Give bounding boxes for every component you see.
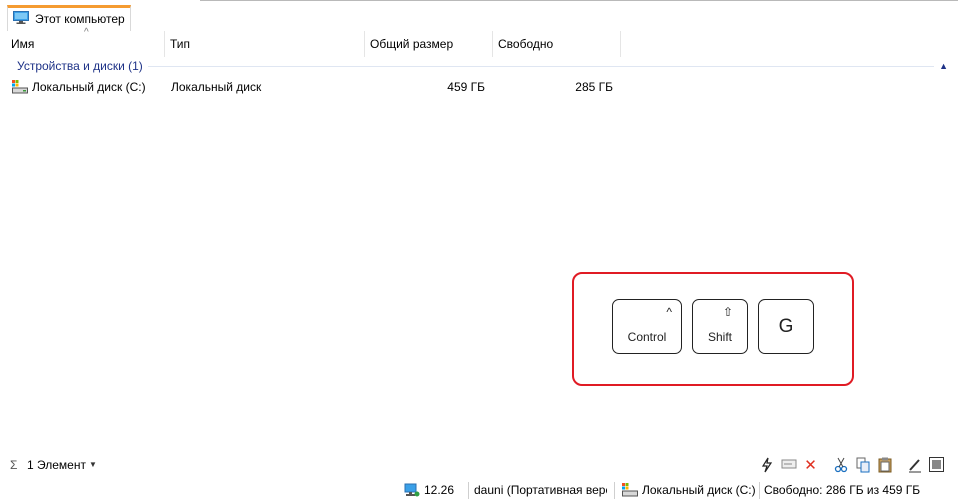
column-label: Тип: [170, 37, 191, 51]
key-control: ^ Control: [612, 299, 682, 354]
selection-status-bar: Σ 1 Элемент ▼ ✕: [0, 455, 958, 477]
shift-arrow-icon: ⇧: [722, 305, 733, 319]
status-divider: [468, 482, 469, 499]
paste-icon[interactable]: [876, 457, 893, 475]
item-count[interactable]: 1 Элемент: [27, 458, 86, 472]
dropdown-caret-icon[interactable]: ▼: [89, 460, 97, 469]
tab-bar: Этот компьютер: [0, 0, 958, 31]
computer-icon: [13, 11, 29, 24]
drive-total-size: 459 ГБ: [447, 80, 485, 94]
key-label: Shift: [707, 330, 732, 344]
column-label: Имя: [11, 37, 35, 51]
drive-name: Локальный диск (C:): [32, 80, 146, 94]
key-g: G: [758, 299, 814, 354]
status-divider: [759, 482, 760, 499]
column-header-name[interactable]: Имя ^: [6, 27, 165, 57]
drive-type: Локальный диск: [171, 80, 262, 94]
user-label: dauni (Портативная версия): [474, 483, 607, 497]
sort-ascending-icon: ^: [84, 27, 89, 38]
sigma-icon: Σ: [10, 458, 18, 472]
cut-icon[interactable]: [832, 457, 849, 475]
key-label: G: [778, 316, 794, 337]
drive-icon: [12, 80, 28, 94]
lightning-icon[interactable]: [758, 457, 775, 475]
control-symbol-icon: ^: [666, 305, 672, 319]
column-header-total-size[interactable]: Общий размер: [365, 31, 493, 57]
status-divider: [614, 482, 615, 499]
drive-label: Локальный диск (C:): [642, 483, 756, 497]
drive-free-space: 285 ГБ: [575, 80, 613, 94]
group-divider: [148, 66, 934, 67]
column-header-free[interactable]: Свободно: [493, 31, 621, 57]
column-label: Свободно: [498, 37, 554, 51]
edit-pen-icon[interactable]: [906, 457, 923, 475]
delete-icon[interactable]: ✕: [802, 457, 819, 475]
properties-icon[interactable]: [928, 457, 945, 475]
group-header-devices[interactable]: Устройства и диски (1) ▲: [0, 58, 958, 74]
key-shift: ⇧ Shift: [692, 299, 748, 354]
keyboard-shortcut-overlay: ^ Control ⇧ Shift G: [572, 272, 854, 386]
info-status-bar: 12.26 dauni (Портативная версия) Локальн…: [0, 480, 958, 501]
list-item[interactable]: Локальный диск (C:) Локальный диск 459 Г…: [0, 77, 958, 97]
free-space-label: Свободно: 286 ГБ из 459 ГБ: [764, 483, 921, 497]
version-label: 12.26: [424, 483, 455, 497]
tab-this-pc[interactable]: Этот компьютер: [7, 5, 131, 31]
collapse-chevron-icon[interactable]: ▲: [939, 58, 948, 74]
toolbar: ✕: [758, 457, 954, 475]
column-label: Общий размер: [370, 37, 454, 51]
group-label: Устройства и диски (1): [17, 59, 148, 73]
tab-label: Этот компьютер: [35, 12, 125, 26]
copy-icon[interactable]: [854, 457, 871, 475]
drive-icon: [622, 483, 638, 497]
rename-icon[interactable]: [780, 457, 797, 475]
key-label: Control: [627, 330, 667, 344]
column-header-type[interactable]: Тип: [165, 31, 365, 57]
column-header: Имя ^ Тип Общий размер Свободно: [0, 27, 958, 57]
network-computer-icon: [404, 483, 420, 497]
